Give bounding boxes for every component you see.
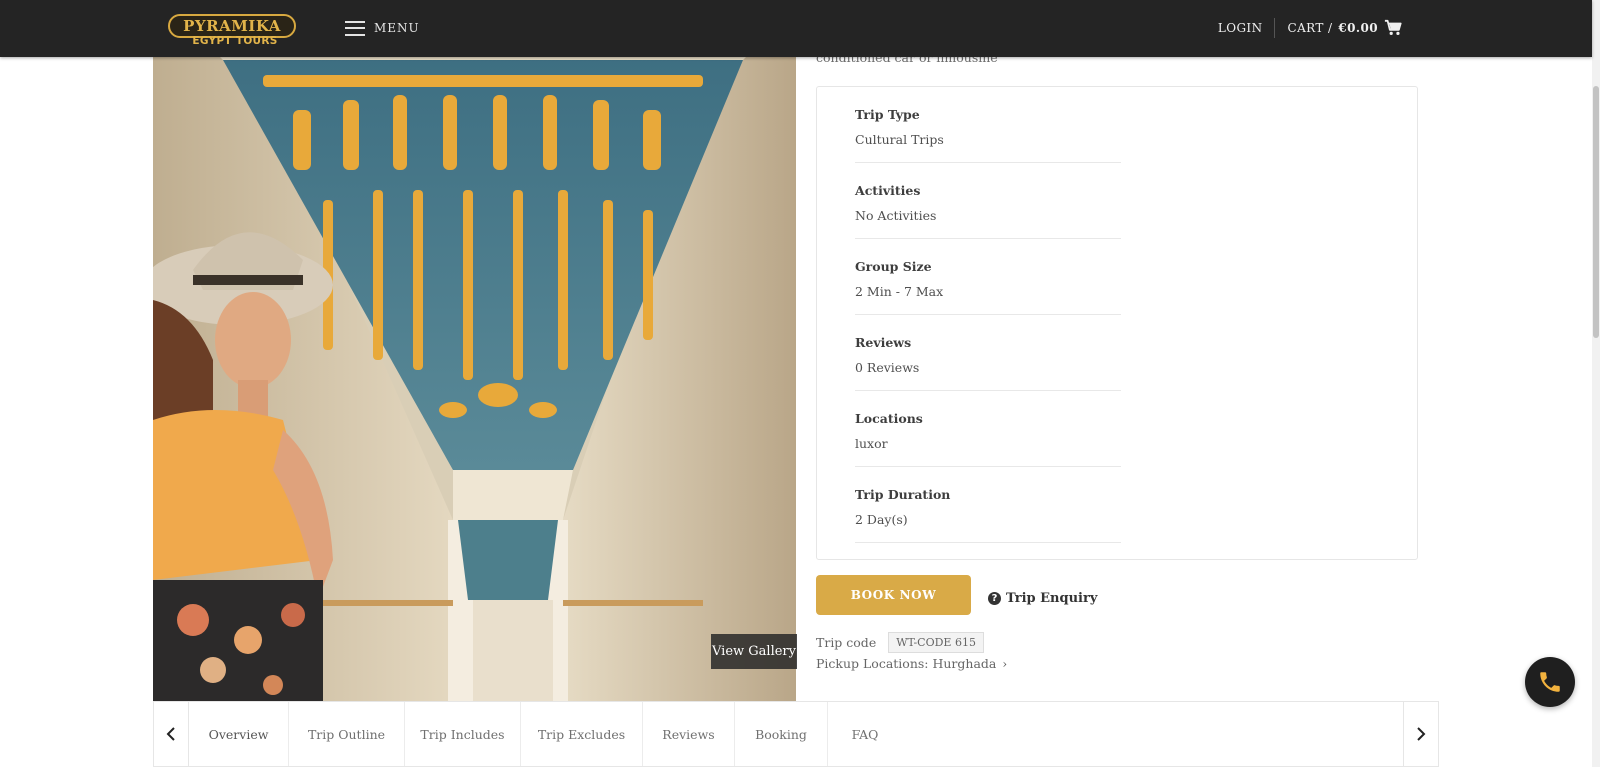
header-nav-right: LOGIN CART / €0.00	[1218, 18, 1402, 38]
trip-code-badge: WT-CODE 615	[888, 632, 984, 653]
tabs-prev-button[interactable]	[154, 702, 189, 766]
logo-subtitle: EGYPT TOURS	[192, 35, 278, 47]
trip-code-label: Trip code	[816, 635, 877, 650]
fact-reviews: Reviews 0 Reviews	[855, 315, 1121, 391]
site-logo[interactable]: PYRAMIKA EGYPT TOURS	[168, 14, 296, 48]
tab-trip-outline[interactable]: Trip Outline	[289, 702, 405, 766]
tabs-next-button[interactable]	[1403, 702, 1438, 766]
menu-button[interactable]: MENU	[345, 17, 420, 39]
page-scrollbar[interactable]	[1592, 0, 1600, 767]
phone-icon	[1540, 672, 1560, 692]
trip-code-row: Trip code WT-CODE 615	[816, 632, 984, 653]
fact-value: 2 Min - 7 Max	[855, 284, 944, 299]
trip-enquiry-link[interactable]: ? Trip Enquiry	[988, 591, 1097, 606]
fact-value[interactable]: 0 Reviews	[855, 360, 919, 375]
hamburger-icon	[345, 20, 365, 36]
tab-faq[interactable]: FAQ	[828, 702, 902, 766]
trip-tabs: Overview Trip Outline Trip Includes Trip…	[153, 701, 1439, 767]
pickup-locations-label: Pickup Locations: Hurghada	[816, 656, 997, 671]
cart-icon	[1384, 19, 1402, 36]
tab-trip-includes[interactable]: Trip Includes	[405, 702, 521, 766]
site-header: PYRAMIKA EGYPT TOURS MENU LOGIN CART / €…	[0, 0, 1592, 57]
cart-label: CART /	[1287, 21, 1333, 35]
fact-label: Locations	[855, 411, 923, 426]
menu-label: MENU	[374, 21, 420, 35]
fact-label: Activities	[855, 183, 921, 198]
fact-value: No Activities	[855, 208, 937, 223]
call-button[interactable]	[1525, 657, 1575, 707]
trip-facts-card: Trip Type Cultural Trips Activities No A…	[816, 86, 1418, 560]
fact-trip-duration: Trip Duration 2 Day(s)	[855, 467, 1121, 543]
view-gallery-button[interactable]: View Gallery	[711, 634, 797, 669]
fact-label: Reviews	[855, 335, 912, 350]
book-now-button[interactable]: BOOK NOW	[816, 575, 971, 615]
trip-enquiry-label: Trip Enquiry	[1006, 591, 1098, 606]
chevron-left-icon	[166, 727, 175, 741]
scrollbar-thumb[interactable]	[1593, 86, 1599, 338]
fact-locations: Locations luxor	[855, 391, 1121, 467]
tour-hero-image[interactable]	[153, 0, 796, 701]
login-link[interactable]: LOGIN	[1218, 18, 1276, 38]
fact-trip-type: Trip Type Cultural Trips	[855, 87, 1121, 163]
tomb-corridor-illustration	[153, 0, 796, 701]
chevron-right-icon: ›	[1002, 656, 1008, 671]
fact-group-size: Group Size 2 Min - 7 Max	[855, 239, 1121, 315]
tab-trip-excludes[interactable]: Trip Excludes	[521, 702, 643, 766]
chevron-right-icon	[1417, 727, 1426, 741]
pickup-locations-link[interactable]: Pickup Locations: Hurghada ›	[816, 656, 1007, 671]
fact-value: 2 Day(s)	[855, 512, 908, 527]
fact-label: Trip Type	[855, 107, 920, 122]
question-circle-icon: ?	[988, 592, 1001, 605]
fact-label: Group Size	[855, 259, 932, 274]
cart-link[interactable]: CART / €0.00	[1275, 18, 1402, 38]
tab-overview[interactable]: Overview	[189, 702, 289, 766]
fact-label: Trip Duration	[855, 487, 951, 502]
fact-activities: Activities No Activities	[855, 163, 1121, 239]
fact-value[interactable]: luxor	[855, 436, 888, 451]
tab-reviews[interactable]: Reviews	[643, 702, 735, 766]
cart-amount: €0.00	[1338, 21, 1378, 35]
tab-booking[interactable]: Booking	[735, 702, 828, 766]
fact-value[interactable]: Cultural Trips	[855, 132, 944, 147]
